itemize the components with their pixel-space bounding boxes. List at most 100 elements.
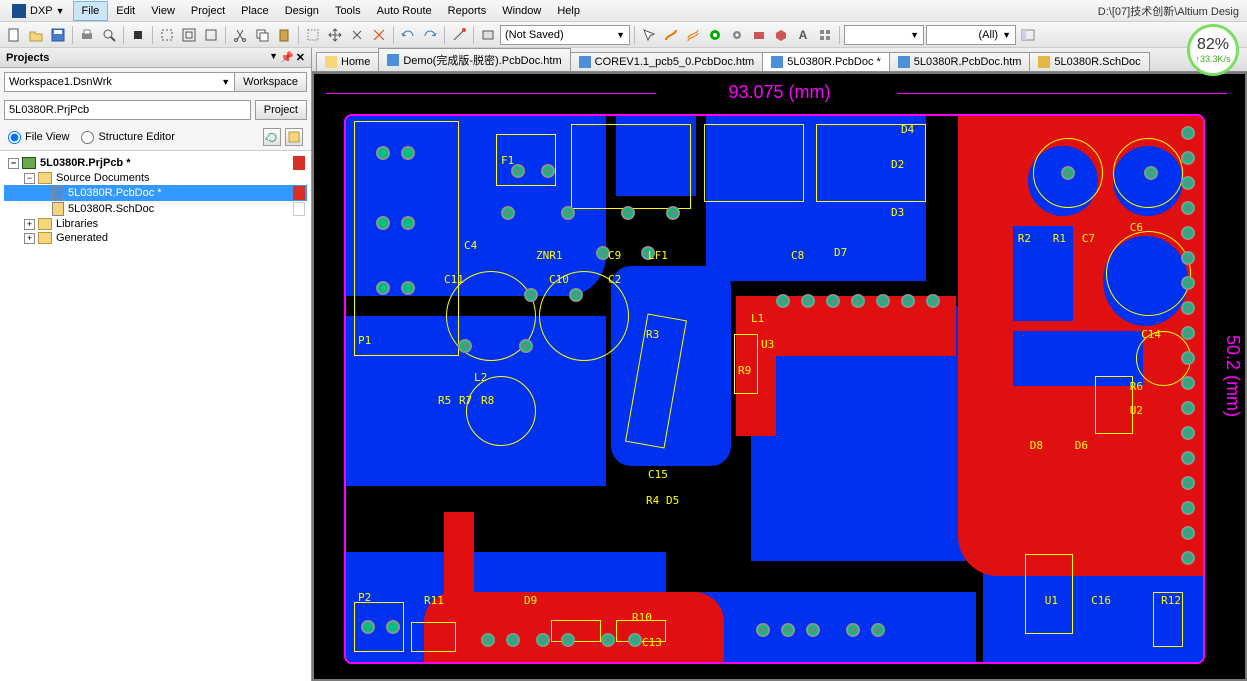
- options-button[interactable]: [285, 128, 303, 146]
- preview-button[interactable]: [99, 25, 119, 45]
- menu-window[interactable]: Window: [494, 2, 549, 20]
- menu-view[interactable]: View: [143, 2, 183, 20]
- menu-edit[interactable]: Edit: [108, 2, 143, 20]
- panel-pin-icon[interactable]: 📌: [280, 51, 294, 64]
- menu-place[interactable]: Place: [233, 2, 277, 20]
- menu-tools[interactable]: Tools: [327, 2, 369, 20]
- menu-project[interactable]: Project: [183, 2, 233, 20]
- project-input[interactable]: [4, 100, 251, 120]
- crossprobe-icon: [452, 28, 466, 42]
- route-icon: [664, 28, 678, 42]
- zoom-area-button[interactable]: [157, 25, 177, 45]
- all-label: (All): [979, 29, 999, 41]
- project-button[interactable]: Project: [255, 100, 307, 120]
- select-rect-icon: [306, 28, 320, 42]
- tab-home[interactable]: Home: [316, 52, 379, 71]
- place-via-button[interactable]: [727, 25, 747, 45]
- zoom-area-icon: [160, 28, 174, 42]
- via-icon: [730, 28, 744, 42]
- tab-5l0380r-htm[interactable]: 5L0380R.PcbDoc.htm: [889, 52, 1031, 71]
- home-icon: [325, 56, 337, 68]
- clear-button[interactable]: [369, 25, 389, 45]
- menu-autoroute[interactable]: Auto Route: [369, 2, 440, 20]
- copy-button[interactable]: [252, 25, 272, 45]
- move-icon: [328, 28, 342, 42]
- tree-sch-doc[interactable]: 5L0380R.SchDoc: [4, 201, 307, 217]
- panel-title: Projects: [6, 52, 49, 64]
- pcb-doc-icon: [771, 56, 783, 68]
- sch-doc-icon: [52, 202, 64, 216]
- all-combo[interactable]: (All)▼: [926, 25, 1016, 45]
- tab-corev[interactable]: COREV1.1_pcb5_0.PcbDoc.htm: [570, 52, 764, 71]
- menu-help[interactable]: Help: [549, 2, 588, 20]
- refresh-button[interactable]: [263, 128, 281, 146]
- select-in-rect-button[interactable]: [303, 25, 323, 45]
- menu-bar: DXP ▼ File Edit View Project Place Desig…: [0, 0, 1247, 22]
- place-component-button[interactable]: [815, 25, 835, 45]
- save-button[interactable]: [48, 25, 68, 45]
- tab-demo[interactable]: Demo(完成版-脱密).PcbDoc.htm: [378, 48, 570, 71]
- workspace-input[interactable]: [4, 72, 235, 92]
- des-D5: D5: [666, 494, 679, 507]
- move-sel-button[interactable]: [325, 25, 345, 45]
- menu-design[interactable]: Design: [277, 2, 327, 20]
- deselect-button[interactable]: [347, 25, 367, 45]
- redo-button[interactable]: [420, 25, 440, 45]
- panel-dropdown-icon[interactable]: ▼: [269, 51, 278, 64]
- modified-icon: [293, 186, 305, 200]
- menu-file[interactable]: File: [73, 1, 109, 21]
- place-cursor-button[interactable]: [639, 25, 659, 45]
- place-diff-button[interactable]: [683, 25, 703, 45]
- net-combo[interactable]: (Not Saved)▼: [500, 25, 630, 45]
- dimension-width: 93.075 (mm): [314, 82, 1245, 103]
- filter-combo[interactable]: ▼: [844, 25, 924, 45]
- tree-libraries[interactable]: + Libraries: [4, 217, 307, 231]
- des-R4: R4: [646, 494, 659, 507]
- new-doc-icon: [7, 28, 21, 42]
- expander-icon[interactable]: +: [24, 219, 35, 230]
- structure-editor-radio[interactable]: Structure Editor: [81, 131, 174, 144]
- preview-icon: [102, 28, 116, 42]
- place-string-button[interactable]: A: [793, 25, 813, 45]
- zoom-fit-button[interactable]: [179, 25, 199, 45]
- open-button[interactable]: [26, 25, 46, 45]
- speed-indicator[interactable]: 82% ↑33.3K/s: [1187, 24, 1239, 76]
- print-button[interactable]: [77, 25, 97, 45]
- tab-5l0380r-sch[interactable]: 5L0380R.SchDoc: [1029, 52, 1149, 71]
- place-pad-button[interactable]: [705, 25, 725, 45]
- toolbar: (Not Saved)▼ A ▼ (All)▼: [0, 22, 1247, 48]
- panel-close-icon[interactable]: ✕: [296, 51, 305, 64]
- project-tree[interactable]: − 5L0380R.PrjPcb * − Source Documents 5L…: [0, 151, 311, 681]
- undo-button[interactable]: [398, 25, 418, 45]
- menu-reports[interactable]: Reports: [440, 2, 495, 20]
- dimension-height: 50.2 (mm): [1222, 74, 1243, 679]
- expander-icon[interactable]: +: [24, 233, 35, 244]
- expander-icon[interactable]: −: [8, 158, 19, 169]
- tree-generated[interactable]: + Generated: [4, 231, 307, 245]
- cross-probe-button[interactable]: [449, 25, 469, 45]
- tab-5l0380r-pcb[interactable]: 5L0380R.PcbDoc *: [762, 52, 890, 71]
- tree-project-root[interactable]: − 5L0380R.PrjPcb *: [4, 155, 307, 171]
- chip-icon: [131, 28, 145, 42]
- place-wire-button[interactable]: [661, 25, 681, 45]
- cut-button[interactable]: [230, 25, 250, 45]
- file-view-radio[interactable]: File View: [8, 131, 69, 144]
- workspace-button[interactable]: Workspace: [234, 72, 307, 92]
- devices-button[interactable]: [128, 25, 148, 45]
- paste-button[interactable]: [274, 25, 294, 45]
- string-A-icon: A: [799, 28, 808, 42]
- new-doc-button[interactable]: [4, 25, 24, 45]
- show-panel-button[interactable]: [1018, 25, 1038, 45]
- place-fill-button[interactable]: [749, 25, 769, 45]
- tree-source-docs[interactable]: − Source Documents: [4, 171, 307, 185]
- tree-pcb-doc[interactable]: 5L0380R.PcbDoc *: [4, 185, 307, 201]
- options-icon: [287, 130, 301, 144]
- pcb-canvas[interactable]: 93.075 (mm) 50.2 (mm): [314, 74, 1245, 679]
- expander-icon[interactable]: −: [24, 173, 35, 184]
- modified-icon: [293, 156, 305, 170]
- zoom-selected-button[interactable]: [201, 25, 221, 45]
- dxp-menu[interactable]: DXP ▼: [4, 4, 73, 18]
- place-polygon-button[interactable]: [771, 25, 791, 45]
- pcb-doc-icon: [387, 54, 399, 66]
- browse-components-button[interactable]: [478, 25, 498, 45]
